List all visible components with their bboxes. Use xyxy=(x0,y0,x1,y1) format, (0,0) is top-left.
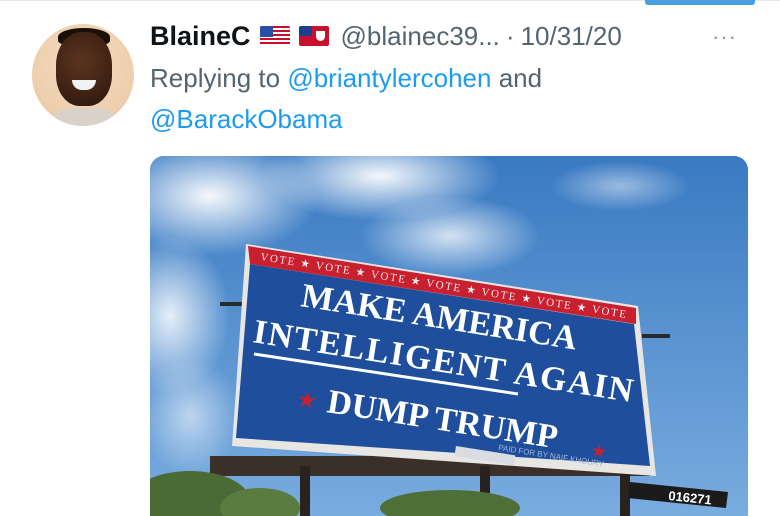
author-handle[interactable]: @blainec39... xyxy=(341,21,500,52)
star-left: ★ xyxy=(295,387,318,415)
tweet-date[interactable]: 10/31/20 xyxy=(521,21,622,52)
tweet-header: BlaineC @blainec39... · 10/31/20 xyxy=(150,16,622,56)
mention-link[interactable]: @BarackObama xyxy=(150,104,343,134)
author-name[interactable]: BlaineC xyxy=(150,21,251,52)
scroll-indicator xyxy=(645,0,755,5)
billboard-photo: VOTE ★ VOTE ★ VOTE ★ VOTE ★ VOTE ★ VOTE … xyxy=(150,156,748,516)
replying-prefix: Replying to xyxy=(150,63,281,93)
us-flag-icon xyxy=(259,26,290,46)
separator-dot: · xyxy=(505,20,515,51)
mention-link[interactable]: @briantylercohen xyxy=(287,63,491,93)
more-options-icon[interactable]: ··· xyxy=(712,24,737,50)
tweet-image[interactable]: VOTE ★ VOTE ★ VOTE ★ VOTE ★ VOTE ★ VOTE … xyxy=(150,156,748,516)
avatar[interactable] xyxy=(32,24,134,126)
replying-conjunction: and xyxy=(498,63,543,93)
bermuda-flag-icon xyxy=(298,26,329,46)
replying-to: Replying to @briantylercohen and @Barack… xyxy=(150,58,750,140)
